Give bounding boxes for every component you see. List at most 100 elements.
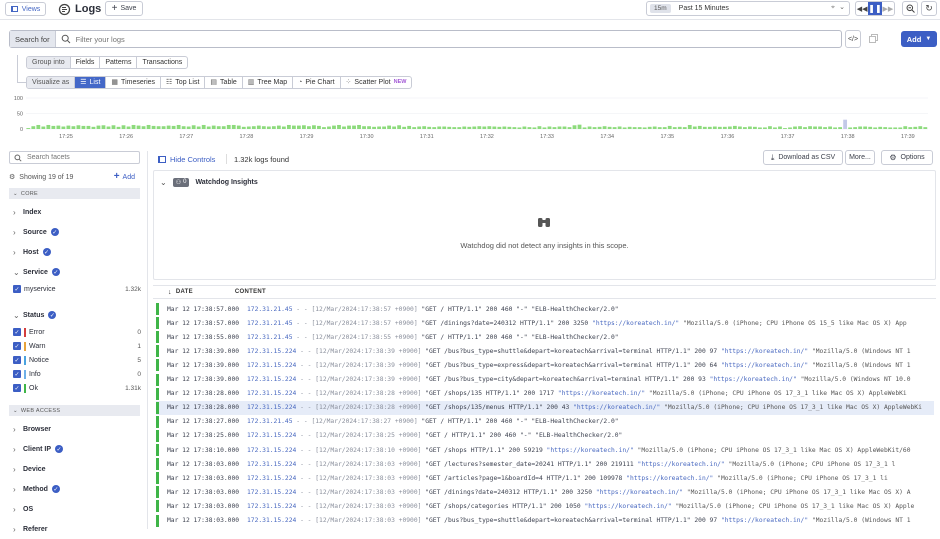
- histogram-bar[interactable]: [572, 125, 577, 129]
- histogram-bar[interactable]: [387, 125, 392, 129]
- histogram-bar[interactable]: [647, 126, 652, 129]
- log-row[interactable]: Mar 12 17:38:03.000 172.31.15.224 - - [12…: [156, 471, 934, 485]
- facet-search-input[interactable]: [27, 154, 137, 161]
- facet-index[interactable]: › Index: [13, 202, 141, 222]
- log-referer[interactable]: "https://koreatech.in/": [558, 390, 645, 397]
- histogram-bar[interactable]: [487, 126, 492, 129]
- histogram-bar[interactable]: [853, 127, 858, 129]
- log-row[interactable]: Mar 12 17:38:55.000 172.31.21.45 - - [12/…: [156, 330, 934, 344]
- log-ip[interactable]: 172.31.21.45: [247, 334, 293, 341]
- histogram-bar[interactable]: [863, 126, 868, 129]
- log-referer[interactable]: "https://koreatech.in/": [573, 404, 660, 411]
- histogram-bar[interactable]: [427, 126, 432, 129]
- histogram-bar[interactable]: [221, 126, 226, 129]
- histogram-bar[interactable]: [91, 126, 96, 129]
- histogram-bar[interactable]: [447, 126, 452, 129]
- copy-icon[interactable]: [869, 34, 879, 44]
- histogram-bar[interactable]: [722, 126, 727, 129]
- histogram-bar[interactable]: [236, 125, 241, 129]
- histogram-bar[interactable]: [702, 126, 707, 129]
- histogram-bar[interactable]: [216, 126, 221, 129]
- log-row[interactable]: Mar 12 17:38:25.000 172.31.15.224 - - [12…: [156, 429, 934, 443]
- histogram-bar[interactable]: [342, 126, 346, 129]
- histogram-bar[interactable]: [808, 126, 812, 129]
- viz-scatterplot-option[interactable]: ⁘ Scatter Plot NEW: [341, 77, 412, 88]
- histogram-bar[interactable]: [893, 127, 898, 129]
- histogram-bar[interactable]: [307, 126, 311, 129]
- histogram-bar[interactable]: [707, 126, 712, 129]
- log-row[interactable]: Mar 12 17:38:27.000 172.31.21.45 - - [12/…: [156, 415, 934, 429]
- log-ip[interactable]: 172.31.15.224: [247, 503, 296, 510]
- histogram-bar[interactable]: [788, 127, 792, 129]
- log-ip[interactable]: 172.31.15.224: [247, 404, 296, 411]
- histogram-bar[interactable]: [151, 125, 156, 129]
- histogram-bar[interactable]: [823, 127, 827, 129]
- log-row[interactable]: Mar 12 17:38:03.000 172.31.15.224 - - [12…: [156, 485, 934, 499]
- log-row[interactable]: Mar 12 17:38:57.000 172.31.21.45 - - [12/…: [156, 316, 934, 330]
- pause-icon[interactable]: ❚❚: [868, 2, 882, 15]
- log-referer[interactable]: "https://koreatech.in/": [547, 447, 634, 454]
- log-referer[interactable]: "https://koreatech.in/": [638, 461, 725, 468]
- facet-service[interactable]: ⌄ Service ✓: [13, 262, 141, 282]
- histogram-bar[interactable]: [141, 126, 146, 129]
- histogram-bar[interactable]: [46, 124, 51, 129]
- histogram-bar[interactable]: [617, 126, 622, 129]
- histogram-bar[interactable]: [682, 127, 687, 129]
- histogram-bar[interactable]: [763, 127, 767, 129]
- histogram-bar[interactable]: [697, 125, 702, 129]
- histogram-bar[interactable]: [778, 126, 782, 129]
- histogram-bar[interactable]: [898, 127, 903, 129]
- histogram-bar[interactable]: [51, 125, 56, 129]
- log-row[interactable]: Mar 12 17:38:39.000 172.31.15.224 - - [12…: [156, 373, 934, 387]
- log-row[interactable]: Mar 12 17:38:03.000 172.31.15.224 - - [12…: [156, 514, 934, 528]
- histogram-bar[interactable]: [607, 126, 612, 129]
- histogram-bar[interactable]: [798, 126, 802, 129]
- histogram-bar[interactable]: [81, 125, 86, 129]
- log-referer[interactable]: "https://koreatech.in/": [592, 320, 679, 327]
- histogram-bar[interactable]: [592, 127, 597, 129]
- log-referer[interactable]: "https://koreatech.in/": [626, 475, 713, 482]
- histogram-bar[interactable]: [412, 127, 417, 129]
- log-ip[interactable]: 172.31.21.45: [247, 418, 293, 425]
- histogram-bar[interactable]: [246, 126, 251, 129]
- histogram-bar[interactable]: [622, 127, 627, 129]
- histogram-bar[interactable]: [367, 126, 371, 129]
- facet-client-ip[interactable]: › Client IP ✓: [13, 439, 141, 459]
- facet-method[interactable]: › Method ✓: [13, 479, 141, 499]
- histogram-bar[interactable]: [848, 127, 853, 129]
- histogram-bar[interactable]: [873, 127, 878, 129]
- histogram-bar[interactable]: [181, 126, 186, 129]
- log-ip[interactable]: 172.31.15.224: [247, 517, 296, 524]
- group-transactions-option[interactable]: Transactions: [137, 57, 187, 68]
- histogram-bar[interactable]: [783, 128, 787, 129]
- histogram-bar[interactable]: [562, 126, 567, 129]
- histogram-bar[interactable]: [637, 127, 642, 129]
- viz-piechart-option[interactable]: ◔ Pie Chart: [293, 77, 341, 88]
- histogram-bar[interactable]: [111, 125, 116, 129]
- column-date[interactable]: DATE: [176, 289, 193, 295]
- histogram-bar[interactable]: [347, 125, 351, 129]
- histogram-bar[interactable]: [281, 126, 286, 129]
- add-facet-button[interactable]: + Add: [114, 172, 135, 182]
- time-range-picker[interactable]: 15m Past 15 Minutes ⌖ ⌄: [646, 1, 850, 16]
- log-referer[interactable]: "https://koreatech.in/": [584, 503, 671, 510]
- histogram-bar[interactable]: [858, 126, 863, 129]
- histogram-bar[interactable]: [868, 126, 873, 129]
- histogram-bar[interactable]: [31, 126, 36, 129]
- histogram-bar[interactable]: [231, 124, 236, 129]
- facet-referer[interactable]: › Referer: [13, 519, 141, 539]
- status-value-info[interactable]: ✓ Info 0: [13, 367, 141, 381]
- log-ip[interactable]: 172.31.21.45: [247, 306, 293, 313]
- histogram-bar[interactable]: [742, 127, 747, 129]
- log-ip[interactable]: 172.31.15.224: [247, 475, 296, 482]
- histogram-bar[interactable]: [712, 126, 717, 129]
- histogram-bar[interactable]: [828, 126, 832, 129]
- refresh-button[interactable]: ↻: [921, 1, 937, 16]
- checkbox-icon[interactable]: ✓: [13, 384, 21, 392]
- group-fields-option[interactable]: Fields: [71, 57, 101, 68]
- histogram-bar[interactable]: [297, 125, 301, 129]
- chevron-down-icon[interactable]: ⌄: [839, 3, 845, 11]
- histogram-bar[interactable]: [176, 124, 181, 129]
- histogram-bar[interactable]: [657, 127, 662, 129]
- histogram-bar[interactable]: [86, 125, 91, 129]
